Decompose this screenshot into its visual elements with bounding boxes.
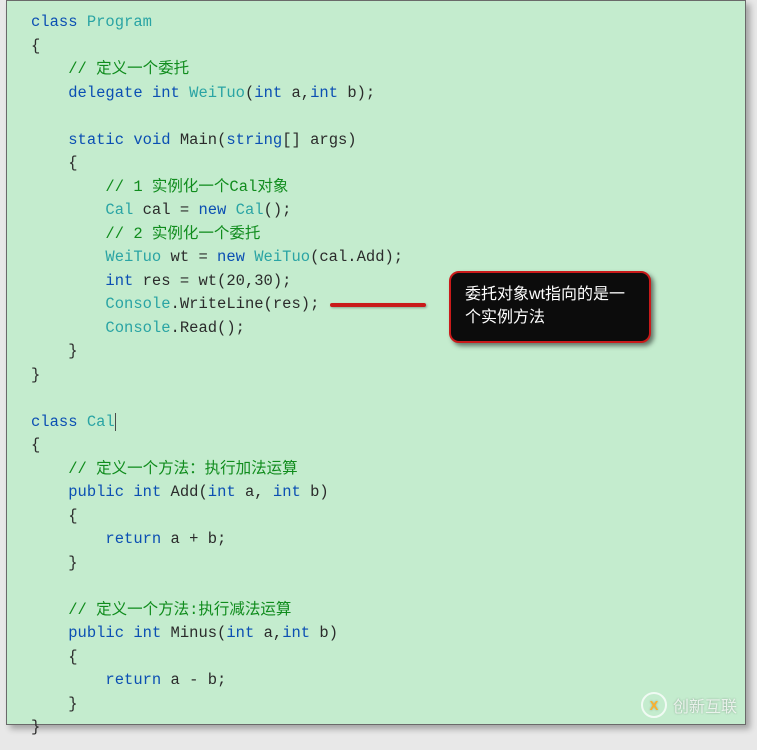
brace: } xyxy=(68,342,77,360)
text: res = wt(20,30); xyxy=(133,272,291,290)
comment: // 2 实例化一个委托 xyxy=(105,225,260,243)
keyword-delegate: delegate xyxy=(68,84,142,102)
text: b) xyxy=(310,624,338,642)
brace: { xyxy=(68,507,77,525)
keyword-int: int xyxy=(105,272,133,290)
comment: // 定义一个方法：执行加法运算 xyxy=(68,460,297,478)
watermark-text: 创新互联 xyxy=(673,693,737,717)
type-weituo: WeiTuo xyxy=(189,84,245,102)
brace: { xyxy=(31,37,40,55)
text: Main( xyxy=(171,131,227,149)
annotation-arrow xyxy=(330,303,426,307)
text: wt = xyxy=(161,248,217,266)
keyword-class: class xyxy=(31,413,78,431)
text: b) xyxy=(301,483,329,501)
comment: // 定义一个方法:执行减法运算 xyxy=(68,601,291,619)
text: Add( xyxy=(161,483,208,501)
keyword-int: int xyxy=(254,84,282,102)
text: (); xyxy=(264,201,292,219)
brace: } xyxy=(31,366,40,384)
type-program: Program xyxy=(87,13,152,31)
keyword-return: return xyxy=(105,530,161,548)
keyword-int: int xyxy=(208,483,236,501)
text: a, xyxy=(254,624,282,642)
comment: // 定义一个委托 xyxy=(68,60,189,78)
text: b); xyxy=(338,84,375,102)
keyword-public: public xyxy=(68,483,124,501)
text: [] args) xyxy=(282,131,356,149)
brace: } xyxy=(31,718,40,736)
comment: // 1 实例化一个Cal对象 xyxy=(105,178,288,196)
type-console: Console xyxy=(105,295,170,313)
code-block: class Program { // 定义一个委托 delegate int W… xyxy=(7,1,745,750)
keyword-int: int xyxy=(152,84,180,102)
keyword-class: class xyxy=(31,13,78,31)
brace: { xyxy=(68,648,77,666)
type-cal: Cal xyxy=(105,201,133,219)
keyword-public: public xyxy=(68,624,124,642)
keyword-new: new xyxy=(198,201,226,219)
text: .Read(); xyxy=(171,319,245,337)
brace: } xyxy=(68,554,77,572)
watermark-icon: X xyxy=(641,692,667,718)
code-screenshot-frame: class Program { // 定义一个委托 delegate int W… xyxy=(6,0,746,725)
text: a, xyxy=(282,84,310,102)
keyword-new: new xyxy=(217,248,245,266)
type-console: Console xyxy=(105,319,170,337)
keyword-string: string xyxy=(226,131,282,149)
text: a - b; xyxy=(161,671,226,689)
brace: { xyxy=(31,436,40,454)
brace: } xyxy=(68,695,77,713)
annotation-text: 委托对象wt指向的是一个实例方法 xyxy=(465,286,625,326)
keyword-int: int xyxy=(282,624,310,642)
text: cal = xyxy=(133,201,198,219)
keyword-int: int xyxy=(273,483,301,501)
text: Minus( xyxy=(161,624,226,642)
keyword-int: int xyxy=(310,84,338,102)
type-cal: Cal xyxy=(87,413,116,431)
type-weituo: WeiTuo xyxy=(105,248,161,266)
annotation-callout: 委托对象wt指向的是一个实例方法 xyxy=(449,271,651,343)
type-weituo: WeiTuo xyxy=(245,248,310,266)
text: (cal.Add); xyxy=(310,248,403,266)
keyword-return: return xyxy=(105,671,161,689)
keyword-int: int xyxy=(133,624,161,642)
keyword-int: int xyxy=(133,483,161,501)
watermark: X 创新互联 xyxy=(641,692,737,718)
brace: { xyxy=(68,154,77,172)
type-cal: Cal xyxy=(226,201,263,219)
keyword-static: static xyxy=(68,131,124,149)
keyword-void: void xyxy=(133,131,170,149)
keyword-int: int xyxy=(226,624,254,642)
text: a + b; xyxy=(161,530,226,548)
text: .WriteLine(res); xyxy=(171,295,320,313)
text: ( xyxy=(245,84,254,102)
text: a, xyxy=(236,483,273,501)
